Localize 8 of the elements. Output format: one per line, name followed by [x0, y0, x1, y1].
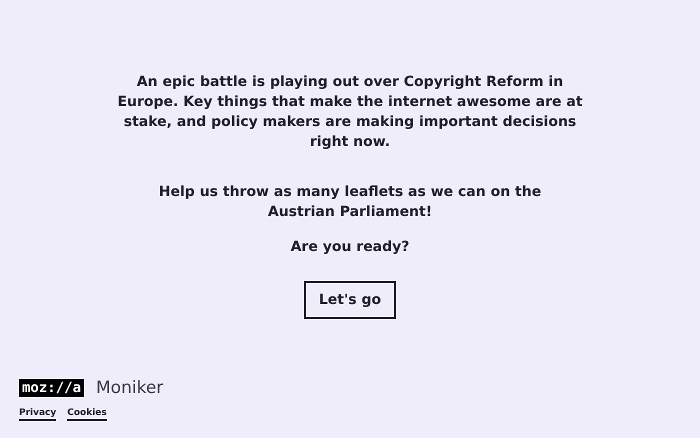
- start-button[interactable]: Let's go: [304, 281, 396, 319]
- mozilla-logo: moz://a: [19, 379, 84, 397]
- intro-paragraph: Help us throw as many leaflets as we can on the Austrian Parliament!: [158, 183, 542, 222]
- question-text: Are you ready?: [290, 238, 410, 257]
- footer-link[interactable]: Privacy: [19, 408, 56, 421]
- intro-paragraph: An epic battle is playing out over Copyright Reform in Europe. Key things that make the internet awesome are at stake, and policy makers are making important decisions right now.: [116, 73, 584, 152]
- footer-link[interactable]: Cookies: [67, 408, 107, 421]
- product-name: Moniker: [96, 378, 164, 398]
